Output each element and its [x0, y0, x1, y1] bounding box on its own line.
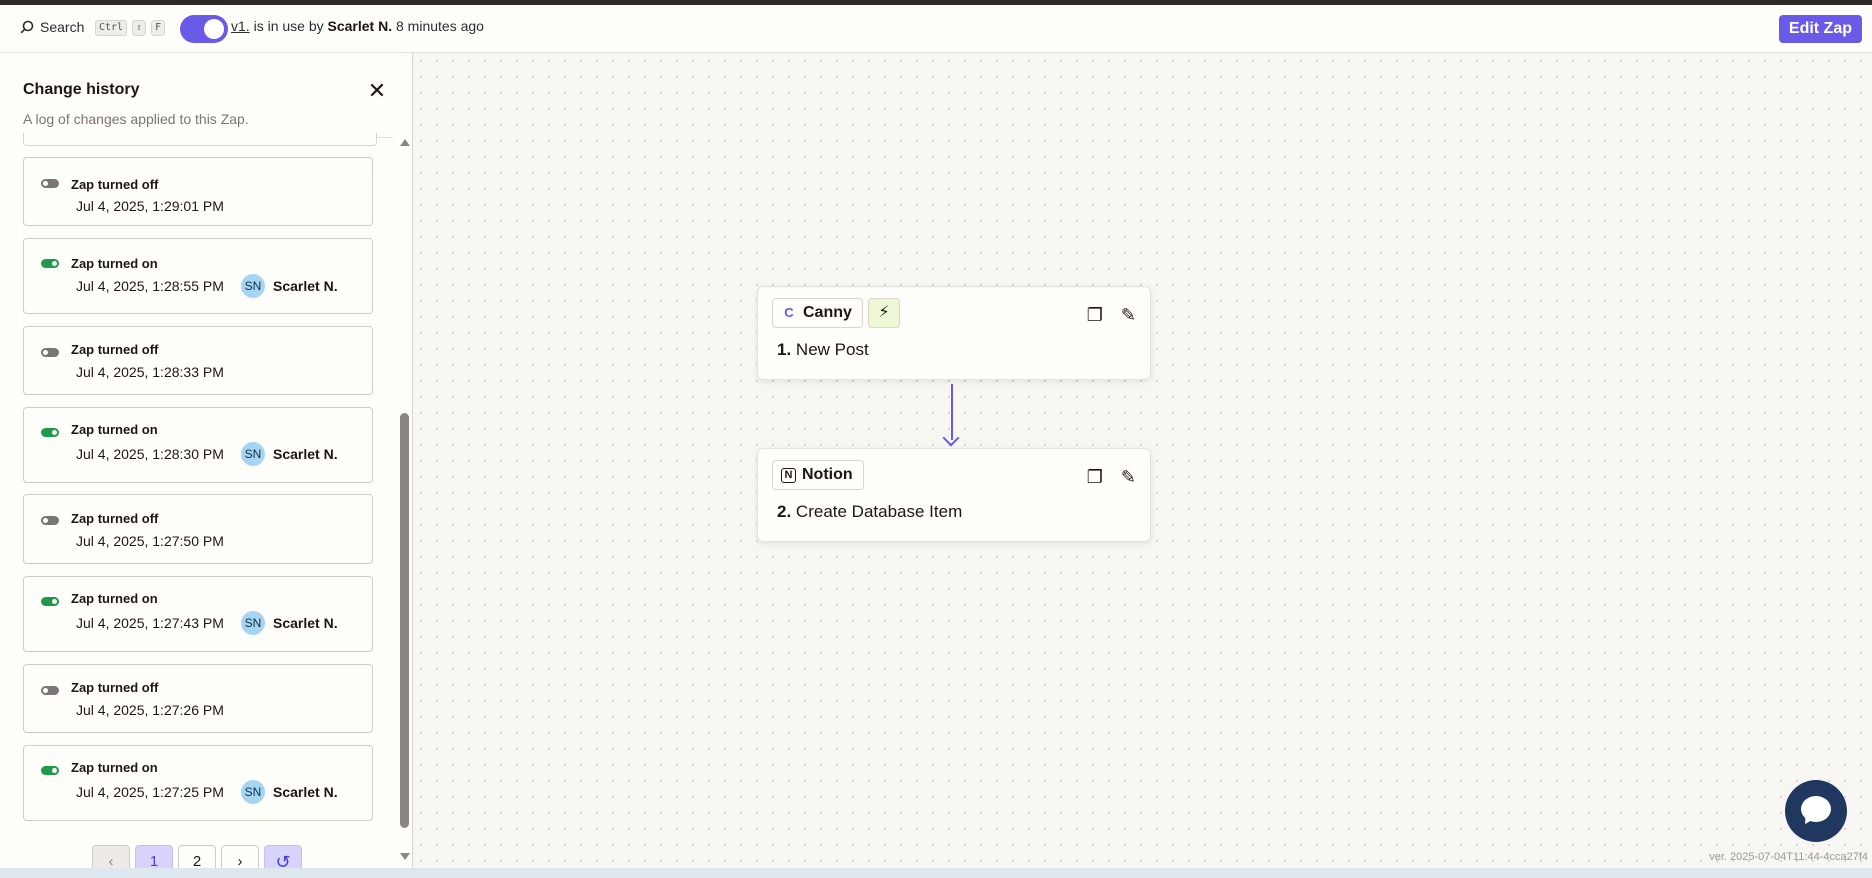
history-entry: Zap turned on Jul 4, 2025, 1:27:43 PM SN… [23, 576, 373, 652]
toggle-on-icon [41, 259, 59, 268]
step-title: 2. Create Database Item [777, 502, 962, 522]
copy-icon[interactable]: ❐ [1087, 467, 1103, 488]
entry-status: Zap turned on [71, 760, 158, 775]
version-link[interactable]: v1. [231, 18, 250, 34]
panel-title: Change history [23, 81, 140, 98]
in-use-text: is in use by [253, 18, 324, 34]
top-bar: Search Ctrl ⇧ F v1. is in use by Scarlet… [0, 5, 1872, 53]
avatar: SN [241, 780, 265, 804]
search-button[interactable]: Search [20, 19, 84, 35]
notion-icon: N [781, 467, 796, 483]
entry-date: Jul 4, 2025, 1:28:55 PM [76, 278, 224, 294]
search-label: Search [40, 19, 85, 35]
in-use-status: v1. is in use by Scarlet N. 8 minutes ag… [231, 18, 484, 34]
search-icon [20, 20, 34, 34]
history-entry: Zap turned off Jul 4, 2025, 1:27:26 PM [23, 664, 373, 733]
edit-pencil-icon[interactable]: ✎ [1121, 305, 1136, 326]
app-pill-notion[interactable]: N Notion [772, 460, 864, 490]
version-text: ver. 2025-07-04T11:44-4cca27f4 [1709, 851, 1868, 863]
avatar: SN [241, 274, 265, 298]
in-use-time: 8 minutes ago [396, 18, 484, 34]
toggle-off-icon [41, 179, 59, 188]
toggle-off-icon [41, 516, 59, 525]
app-name: Notion [802, 466, 853, 483]
entry-date: Jul 4, 2025, 1:28:33 PM [76, 364, 224, 380]
canny-icon: C [784, 305, 794, 320]
step-name: New Post [795, 340, 869, 359]
chat-button[interactable] [1785, 780, 1847, 842]
history-entry: Zap turned off Jul 4, 2025, 1:28:33 PM [23, 326, 373, 395]
entry-status: Zap turned off [71, 177, 159, 192]
scroll-thumb[interactable] [400, 413, 409, 828]
panel-scrollbar[interactable] [399, 139, 411, 867]
close-icon[interactable]: ✕ [366, 80, 388, 102]
toggle-off-icon [41, 348, 59, 357]
history-entry: Zap turned on Jul 4, 2025, 1:27:25 PM SN… [23, 745, 373, 821]
search-shortcut: Ctrl ⇧ F [95, 20, 166, 36]
scroll-down-arrow[interactable] [400, 853, 410, 860]
entry-status: Zap turned off [71, 511, 159, 526]
entry-status: Zap turned off [71, 342, 159, 357]
app-name: Canny [803, 304, 852, 321]
entry-date: Jul 4, 2025, 1:27:26 PM [76, 702, 224, 718]
app-pill-canny[interactable]: C Canny [772, 298, 863, 328]
taskbar-strip [0, 868, 1872, 878]
entry-user: Scarlet N. [273, 784, 338, 800]
step-card-canny[interactable]: C Canny ⚡ ❐ ✎ 1. New Post [757, 286, 1151, 380]
toggle-on-icon [41, 766, 59, 775]
step-title: 1. New Post [777, 340, 869, 360]
avatar: SN [241, 611, 265, 635]
step-actions: ❐ ✎ [1087, 305, 1136, 326]
history-entry: Zap turned on Jul 4, 2025, 1:28:30 PM SN… [23, 407, 373, 483]
history-entry: Zap turned on Jul 4, 2025, 1:28:55 PM SN… [23, 238, 373, 314]
avatar: SN [241, 442, 265, 466]
copy-icon[interactable]: ❐ [1087, 305, 1103, 326]
step-number: 1. [777, 340, 792, 359]
toggle-off-icon [41, 686, 59, 695]
list-item-partial [23, 133, 377, 146]
in-use-user: Scarlet N. [327, 18, 393, 34]
kbd-shift: ⇧ [132, 20, 147, 36]
entry-user: Scarlet N. [273, 615, 338, 631]
kbd-ctrl: Ctrl [95, 20, 128, 36]
entry-date: Jul 4, 2025, 1:27:25 PM [76, 784, 224, 800]
toggle-on-icon [41, 428, 59, 437]
entry-date: Jul 4, 2025, 1:27:43 PM [76, 615, 224, 631]
zap-on-toggle[interactable] [180, 15, 228, 43]
panel-subtitle: A log of changes applied to this Zap. [23, 111, 249, 127]
history-entry: Zap turned off Jul 4, 2025, 1:29:01 PM [23, 157, 373, 226]
scroll-up-arrow[interactable] [400, 139, 410, 146]
entry-status: Zap turned off [71, 680, 159, 695]
instant-trigger-icon: ⚡ [868, 298, 900, 328]
entry-date: Jul 4, 2025, 1:29:01 PM [76, 198, 224, 214]
step-card-notion[interactable]: N Notion ❐ ✎ 2. Create Database Item [757, 448, 1151, 542]
edit-zap-button[interactable]: Edit Zap [1778, 15, 1862, 43]
step-name: Create Database Item [795, 502, 963, 521]
entry-status: Zap turned on [71, 422, 158, 437]
entry-date: Jul 4, 2025, 1:27:50 PM [76, 533, 224, 549]
history-entry: Zap turned off Jul 4, 2025, 1:27:50 PM [23, 494, 373, 564]
kbd-f: F [151, 20, 166, 36]
toggle-knob [204, 19, 224, 39]
entry-date: Jul 4, 2025, 1:28:30 PM [76, 446, 224, 462]
entry-status: Zap turned on [71, 591, 158, 606]
toggle-on-icon [41, 597, 59, 606]
change-history-panel: Change history A log of changes applied … [0, 53, 413, 878]
entry-status: Zap turned on [71, 256, 158, 271]
edit-pencil-icon[interactable]: ✎ [1121, 467, 1136, 488]
entry-user: Scarlet N. [273, 446, 338, 462]
entry-user: Scarlet N. [273, 278, 338, 294]
step-number: 2. [777, 502, 792, 521]
step-actions: ❐ ✎ [1087, 467, 1136, 488]
